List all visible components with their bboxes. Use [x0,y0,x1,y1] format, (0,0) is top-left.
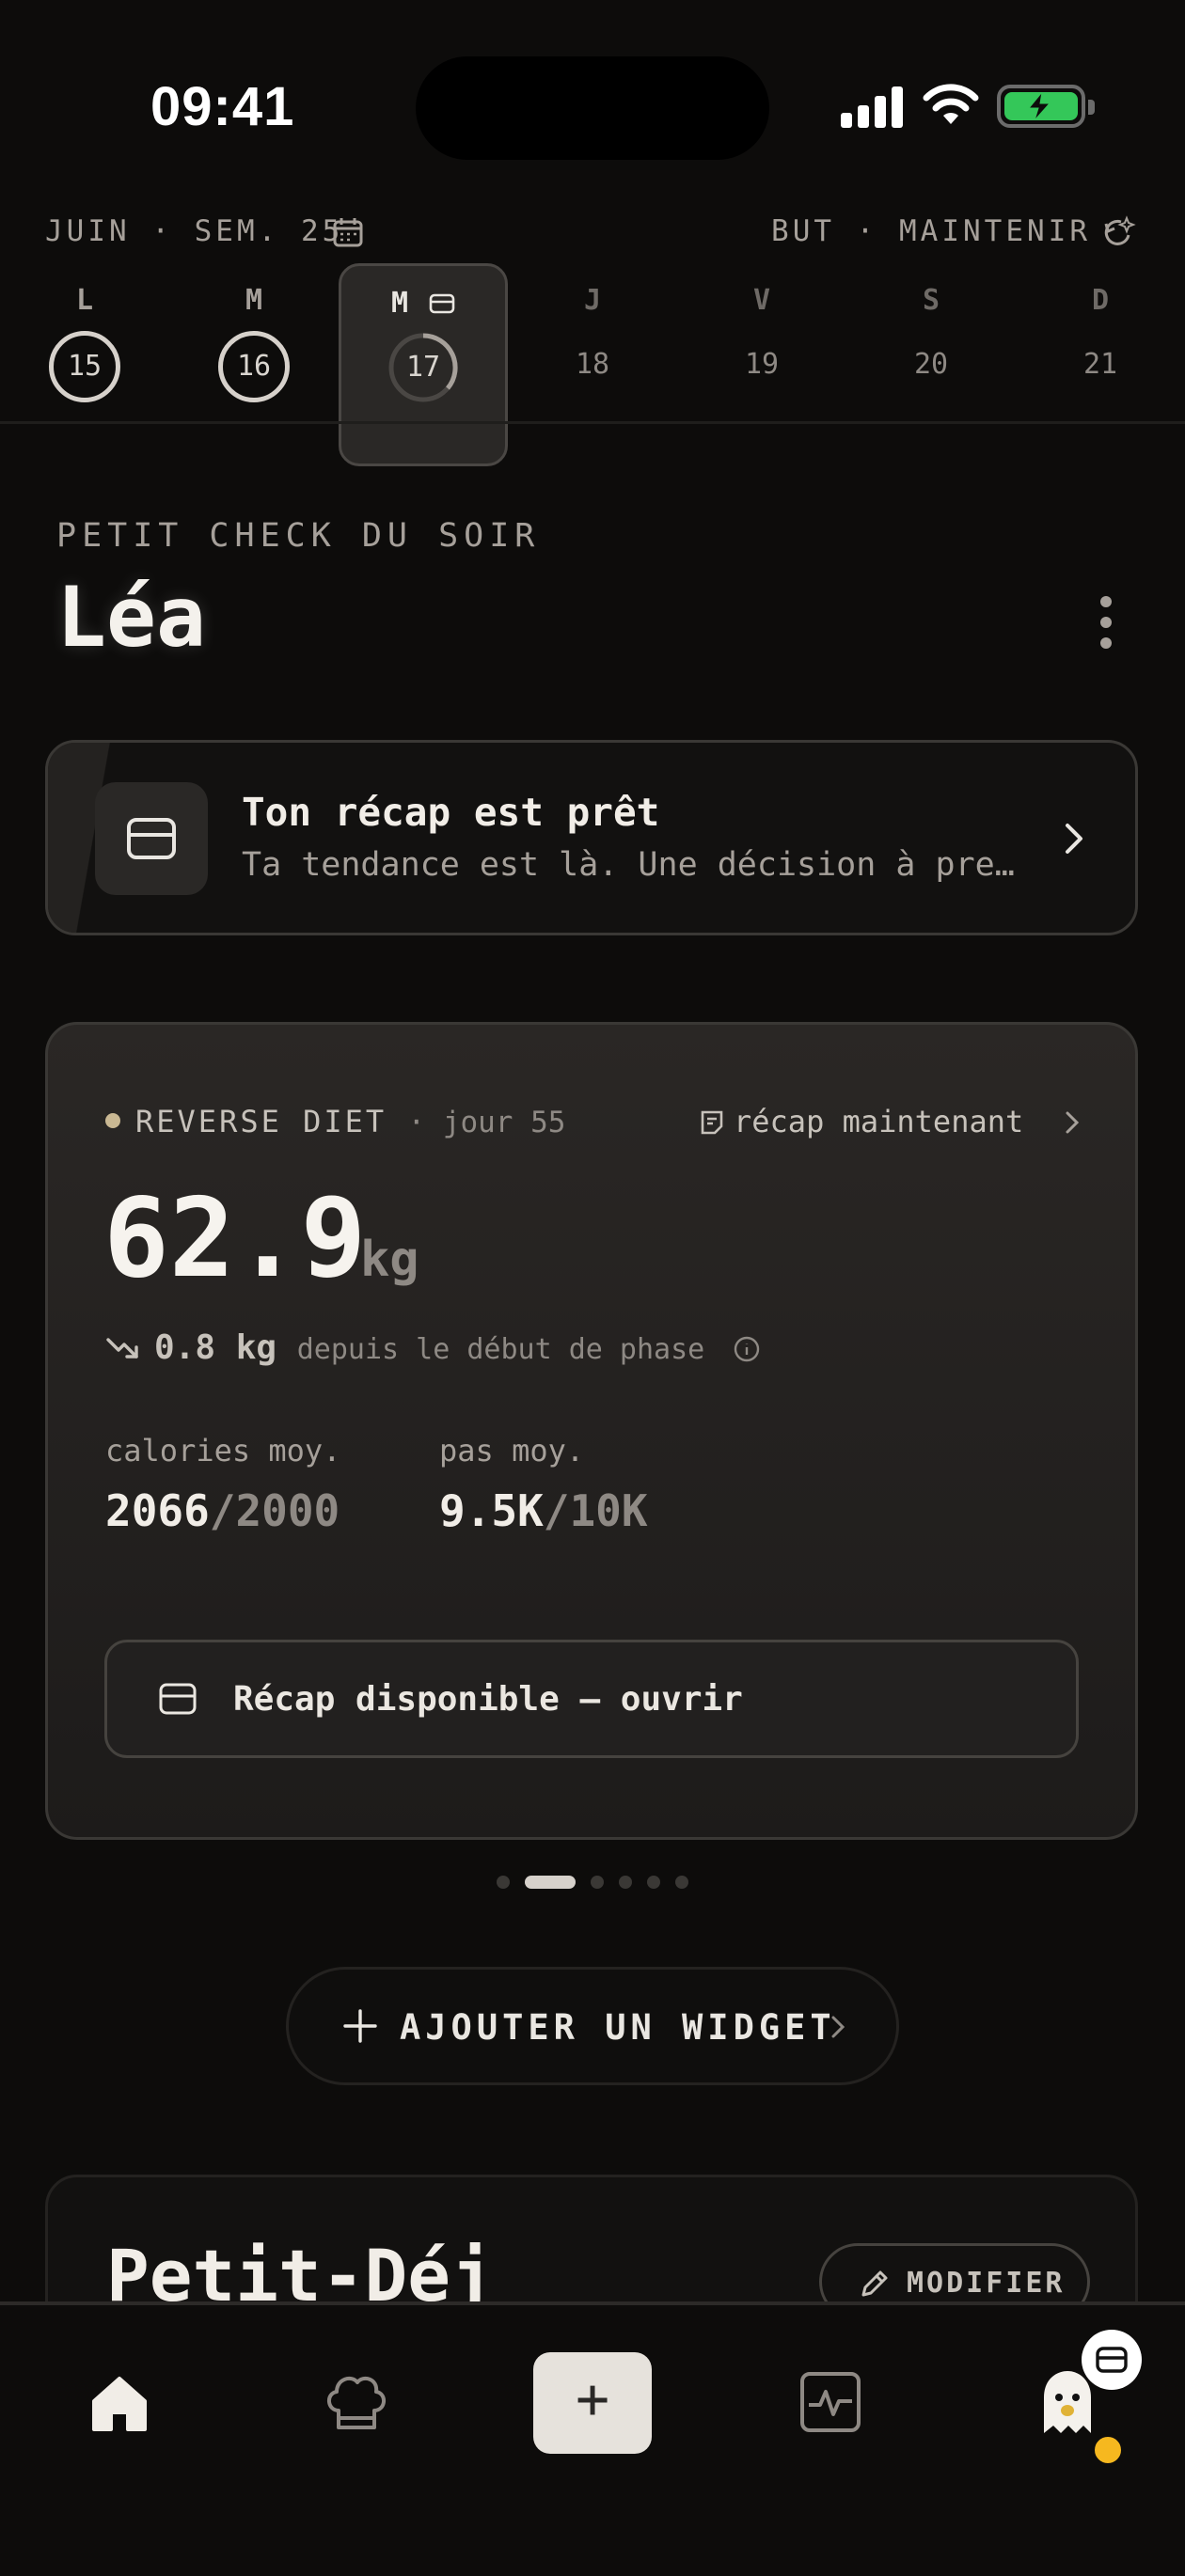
dynamic-island [416,56,769,160]
divider [0,421,1185,424]
widget-pager[interactable] [497,1872,703,1889]
inbox-icon [159,1683,197,1715]
day-mon[interactable]: L 15 [28,282,141,402]
weight-value: 62.9 [103,1175,367,1302]
day-number: 18 [575,348,610,381]
pager-dot-active[interactable] [525,1875,576,1889]
calories-label: calories moy. [105,1433,341,1469]
day-sat[interactable]: S 20 [875,282,988,399]
trend-down-icon [106,1338,138,1359]
day-letter: L [75,284,94,317]
home-icon[interactable] [85,2369,154,2439]
battery-icon [997,85,1095,128]
add-widget-label: AJOUTER UN WIDGET [400,2007,836,2048]
pager-dot[interactable] [675,1875,688,1889]
inbox-badge[interactable] [1082,2330,1142,2390]
day-number: 16 [218,331,290,402]
calendar-icon[interactable] [332,216,364,248]
greeting-eyebrow: PETIT CHECK DU SOIR [56,517,541,555]
day-tue[interactable]: M 16 [198,282,310,402]
add-widget-button[interactable]: AJOUTER UN WIDGET [286,1967,899,2085]
goal-label[interactable]: BUT · MAINTENIR [771,214,1091,248]
note-icon [701,1110,723,1135]
recap-title: Ton récap est prêt [242,790,660,835]
phase-label: REVERSE DIET · jour 55 [105,1104,565,1139]
chevron-right-icon [831,2016,845,2038]
day-number-text: 17 [405,351,441,384]
user-name: Léa [56,569,206,666]
steps-avg: 9.5K [439,1485,544,1536]
day-sun[interactable]: D 21 [1044,282,1157,399]
notification-dot [1091,2433,1125,2467]
pencil-icon [861,2270,888,2297]
day-number: 17 [388,333,458,402]
chef-hat-icon[interactable] [320,2369,393,2441]
day-letter: V [752,284,771,317]
phase-name: REVERSE DIET [135,1104,387,1139]
day-thu[interactable]: J 18 [536,282,649,399]
day-number: 20 [913,348,949,381]
refresh-sparkle-icon[interactable] [1100,214,1136,250]
wifi-icon [923,84,979,124]
edit-meal-label: MODIFIER [907,2267,1066,2300]
inbox-icon [95,782,208,895]
more-options-icon[interactable] [1100,596,1112,658]
day-number: 15 [49,331,120,402]
day-letter: M [341,285,505,322]
weight-delta: 0.8 kg depuis le début de phase [105,1328,761,1367]
day-wed-selected[interactable]: M 17 [339,263,508,466]
weight-unit: kg [360,1232,419,1288]
chevron-right-icon [1066,1111,1079,1134]
recap-now-link[interactable]: récap maintenant [700,1104,1082,1139]
mail-icon [429,293,455,314]
mail-icon [1096,2347,1128,2373]
status-time: 09:41 [150,76,295,137]
day-fri[interactable]: V 19 [705,282,818,399]
pager-dot[interactable] [591,1875,604,1889]
add-entry-button[interactable]: + [533,2352,652,2454]
day-letter: M [245,284,263,317]
day-number: 21 [1082,348,1118,381]
delta-text: depuis le début de phase [296,1333,705,1366]
day-letter: D [1091,284,1110,317]
phase-dot [105,1113,120,1128]
open-recap-button[interactable]: Récap disponible — ouvrir [104,1640,1079,1758]
recap-ready-card[interactable]: Ton récap est prêt Ta tendance est là. U… [45,740,1138,935]
steps-target: /10K [543,1485,648,1536]
steps-label: pas moy. [439,1433,585,1469]
pager-dot[interactable] [619,1875,632,1889]
day-letter: J [583,284,602,317]
pager-dot[interactable] [497,1875,510,1889]
delta-value: 0.8 kg [154,1328,277,1367]
calories-target: /2000 [209,1485,340,1536]
open-recap-label: Récap disponible — ouvrir [233,1680,743,1719]
recap-now-label: récap maintenant [734,1104,1024,1139]
phase-day: · jour 55 [407,1106,566,1139]
week-label: JUIN · SEM. 25 [45,214,344,248]
plus-icon [343,2009,377,2043]
day-letter-text: M [390,287,408,320]
day-number: 19 [744,348,780,381]
chevron-right-icon [1066,824,1082,854]
recap-subtitle: Ta tendance est là. Une décision à prend… [242,846,1022,884]
activity-icon[interactable] [798,2369,863,2435]
signal-icon [841,86,903,128]
info-icon[interactable] [733,1335,761,1363]
calories-value: 2066/2000 [105,1485,340,1536]
day-letter: S [922,284,940,317]
pager-dot[interactable] [647,1875,660,1889]
calories-avg: 2066 [105,1485,210,1536]
steps-value: 9.5K/10K [439,1485,648,1536]
plus-icon: + [575,2366,610,2432]
